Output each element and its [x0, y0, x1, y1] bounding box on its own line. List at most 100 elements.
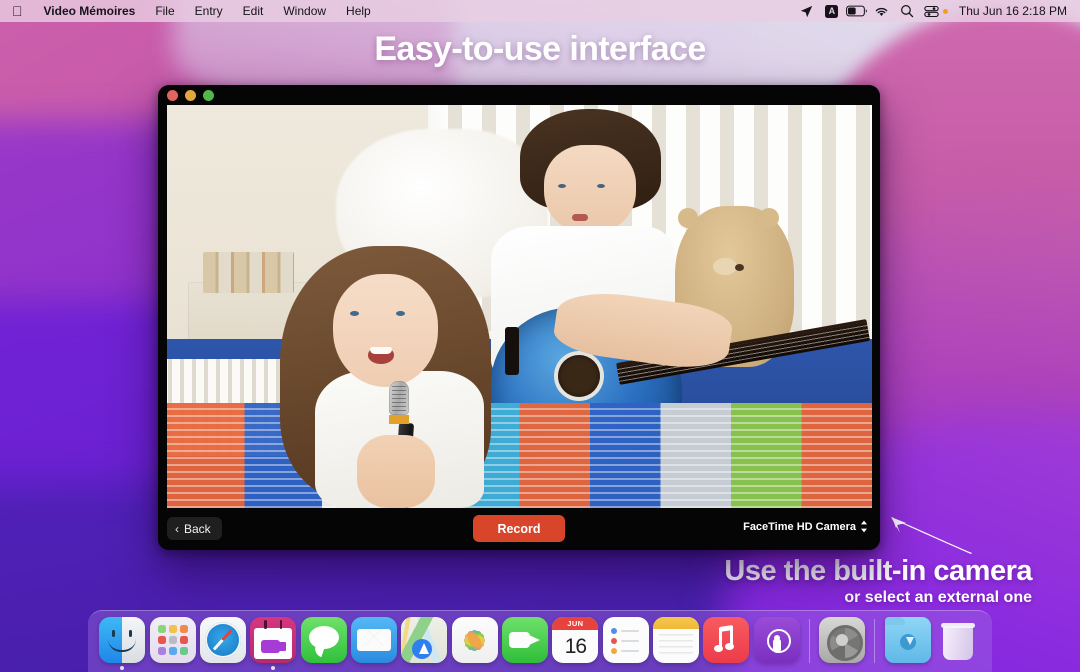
callout-headline: Use the built-in camera [724, 555, 1032, 587]
scene-boy-eye-left [558, 183, 567, 188]
preview-scene [167, 105, 872, 508]
wifi-icon[interactable] [870, 0, 894, 22]
back-button[interactable]: ‹ Back [167, 517, 222, 540]
dock-item-calendar[interactable]: JUN 16 [551, 617, 599, 672]
dock-item-maps[interactable] [400, 617, 448, 672]
scene-teddy-nose [734, 264, 744, 272]
calendar-pin-right [279, 620, 283, 629]
callout-text: Use the built-in camera or select an ext… [724, 555, 1032, 607]
music-note-head-left [714, 645, 724, 652]
location-arrow-icon[interactable] [795, 0, 819, 22]
scene-quilt-texture [167, 403, 872, 508]
dock-item-launchpad[interactable] [148, 617, 196, 672]
menu-bar-status-area: A Thu Jun 16 2:18 PM [795, 0, 1080, 22]
back-button-label: Back [184, 521, 211, 536]
scene-teddy-ear-right [759, 207, 780, 228]
maps-icon [401, 617, 448, 663]
download-arrow-glyph [905, 637, 914, 645]
menu-item-entry[interactable]: Entry [185, 0, 233, 22]
downloads-folder-icon [884, 617, 931, 663]
zoom-button[interactable] [203, 89, 214, 101]
dock-item-finder[interactable] [98, 617, 146, 672]
messages-icon [300, 617, 347, 663]
finder-eye-left [112, 630, 116, 637]
callout-arrow-icon [891, 517, 972, 554]
minimize-button[interactable] [185, 89, 196, 101]
launchpad-icon [149, 617, 196, 663]
scene-girl-face [332, 274, 439, 388]
music-icon [703, 617, 750, 663]
camera-source-select[interactable]: FaceTime HD Camera [743, 520, 868, 533]
camera-preview [167, 105, 872, 508]
dock-item-podcasts[interactable] [753, 617, 801, 672]
recording-indicator-dot [942, 8, 948, 14]
camera-source-label: FaceTime HD Camera [743, 520, 856, 533]
dock-item-system-preferences[interactable] [818, 617, 866, 672]
safari-icon [199, 617, 246, 663]
window-title-bar [158, 85, 880, 105]
video-memoires-icon [250, 617, 297, 663]
scene-microphone-band [389, 415, 410, 425]
mail-icon [350, 617, 397, 663]
record-button[interactable]: Record [473, 515, 565, 542]
calendar-month-label: JUN [552, 617, 599, 630]
dock-item-notes[interactable] [652, 617, 700, 672]
notes-icon [653, 617, 700, 663]
apple-logo-icon[interactable]:  [0, 0, 34, 22]
search-icon[interactable] [895, 0, 919, 22]
menu-bar-clock[interactable]: Thu Jun 16 2:18 PM [951, 4, 1071, 18]
scene-girl-eye-right [396, 310, 406, 316]
mail-envelope-flap [358, 630, 390, 643]
facetime-icon [502, 617, 549, 663]
menu-item-help[interactable]: Help [336, 0, 381, 22]
dock-item-messages[interactable] [299, 617, 347, 672]
dock-item-music[interactable] [702, 617, 750, 672]
battery-icon[interactable] [845, 0, 869, 22]
window-bottom-bar: ‹ Back Record FaceTime HD Camera [158, 508, 880, 550]
scene-guitar-bridge [505, 326, 520, 375]
chevron-updown-icon [860, 520, 868, 533]
input-source-icon[interactable]: A [820, 0, 844, 22]
scene-boy-eye-right [597, 183, 606, 188]
podcasts-icon [753, 617, 800, 663]
music-note-head-right [725, 643, 735, 650]
menu-bar-left:  Video Mémoires File Entry Edit Window … [0, 0, 381, 22]
scene-microphone-head [389, 381, 410, 416]
scene-boy-face [544, 145, 636, 234]
running-indicator [271, 666, 276, 670]
menu-item-edit[interactable]: Edit [233, 0, 274, 22]
menu-item-file[interactable]: File [145, 0, 184, 22]
finder-icon [99, 617, 146, 663]
dock-separator [874, 619, 876, 663]
dock-item-photos[interactable] [451, 617, 499, 672]
dock-item-facetime[interactable] [501, 617, 549, 672]
reminders-icon [602, 617, 649, 663]
system-preferences-icon [819, 617, 866, 663]
page-title: Easy-to-use interface [374, 30, 706, 68]
control-center-icon[interactable] [920, 0, 944, 22]
calendar-day-label: 16 [564, 634, 587, 658]
calendar-pin-left [264, 620, 267, 629]
podcasts-dot [773, 635, 780, 641]
dock-item-downloads[interactable] [883, 617, 931, 672]
scene-teddy-ear-left [678, 207, 699, 228]
dock-item-trash[interactable] [934, 617, 982, 672]
scene-girl-mouth [367, 346, 394, 364]
trash-icon [935, 617, 981, 663]
callout-subline: or select an external one [844, 589, 1032, 606]
scene-girl-eye-left [350, 310, 360, 316]
dock-item-safari[interactable] [199, 617, 247, 672]
close-button[interactable] [167, 89, 178, 101]
calendar-icon: JUN 16 [552, 617, 599, 663]
maps-arrow-glyph [419, 643, 430, 654]
chevron-left-icon: ‹ [175, 521, 179, 536]
dock-item-mail[interactable] [350, 617, 398, 672]
scene-boy-mouth [572, 213, 589, 221]
dock-item-video-memoires[interactable] [249, 617, 297, 672]
dock-item-reminders[interactable] [602, 617, 650, 672]
menu-item-window[interactable]: Window [273, 0, 336, 22]
input-source-label: A [825, 4, 839, 18]
menu-app-name[interactable]: Video Mémoires [34, 0, 146, 22]
dock: JUN 16 [88, 610, 992, 672]
app-window: ‹ Back Record FaceTime HD Camera [158, 85, 880, 550]
